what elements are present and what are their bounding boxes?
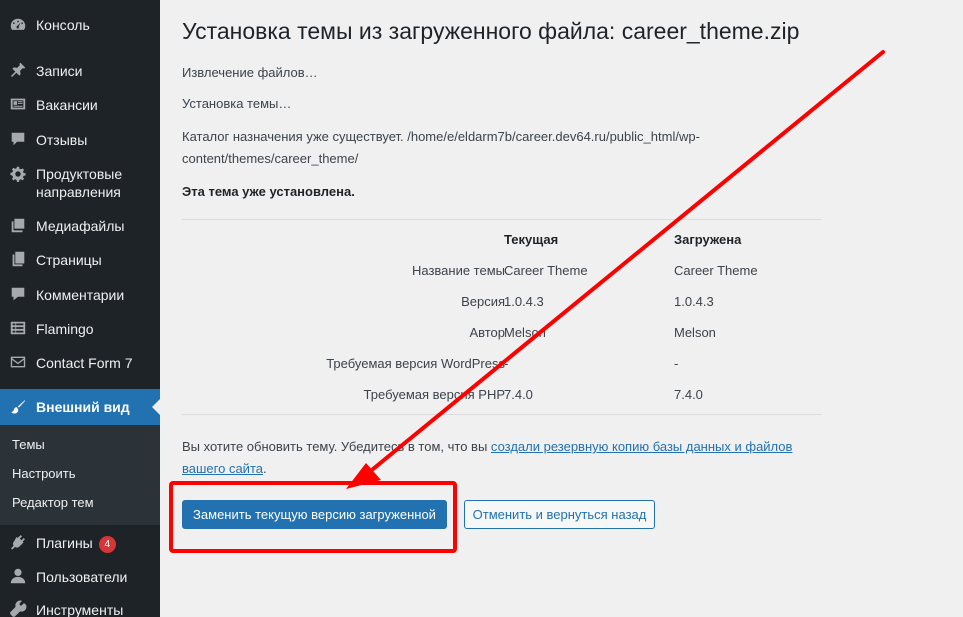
gear-icon [8,164,28,184]
list-icon [8,318,28,338]
row-label: Название темы [411,263,505,278]
users-icon [8,566,28,586]
row-label: Автор [469,325,505,340]
table-bottom-divider [182,414,822,415]
sidebar-item-vacancies[interactable]: Вакансии [0,93,160,115]
pin-icon [8,60,28,80]
row-uploaded-value: Career Theme [674,263,758,278]
already-installed-notice: Эта тема уже установлена. [182,184,355,199]
submenu-item-themes[interactable]: Темы [12,437,45,452]
media-icon [8,215,28,235]
destination-line1: Каталог назначения уже существует. /home… [182,129,700,144]
sidebar-item-reviews[interactable]: Отзывы [0,128,160,150]
sidebar-item-label: Комментарии [36,287,125,303]
destination-line2: content/themes/career_theme/ [182,151,359,166]
sidebar-item-label: Flamingo [36,321,94,337]
paintbrush-icon [8,397,28,417]
row-uploaded-value: 7.4.0 [674,387,703,402]
main-content: Установка темы из загруженного файла: ca… [160,0,963,617]
sidebar-item-label: Инструменты [36,602,124,617]
table-top-divider [182,219,822,220]
sidebar-item-label: Страницы [36,252,102,268]
submenu-item-customize[interactable]: Настроить [12,466,76,481]
sidebar-item-flamingo[interactable]: Flamingo [0,317,160,339]
row-label: Требуемая версия PHP [363,387,505,402]
active-indicator-arrow [152,399,160,415]
backup-link-continued[interactable]: вашего сайта [182,461,263,476]
pages-icon [8,249,28,269]
mail-icon [8,352,28,372]
sidebar-item-label: Плагины 4 [36,534,116,553]
sidebar-item-plugins[interactable]: Плагины 4 [0,531,160,553]
row-label: Версия [461,294,505,309]
row-current-value: 7.4.0 [504,387,533,402]
sidebar-item-label-line1: Продуктовые [36,166,123,182]
backup-link[interactable]: создали резервную копию базы данных и фа… [491,439,793,454]
destination-exists-message: Каталог назначения уже существует. /home… [182,126,700,170]
dashboard-icon [8,15,28,35]
sidebar-item-label: Записи [36,63,83,79]
sidebar-item-label: Внешний вид [36,399,130,415]
sidebar-item-comments[interactable]: Комментарии [0,283,160,305]
sidebar-item-media[interactable]: Медиафайлы [0,214,160,236]
column-header-current: Текущая [504,232,559,247]
sidebar-item-label-text: Плагины [36,535,93,551]
sidebar-item-label: Пользователи [36,569,128,585]
cancel-and-go-back-button[interactable]: Отменить и вернуться назад [464,500,655,529]
sidebar-item-label: Отзывы [36,132,88,148]
sidebar-item-users[interactable]: Пользователи [0,565,160,587]
row-label: Требуемая версия WordPress [326,356,505,371]
row-uploaded-value: 1.0.4.3 [674,294,714,309]
sidebar-item-pages[interactable]: Страницы [0,248,160,270]
sidebar-item-appearance[interactable]: Внешний вид [0,389,160,425]
row-uploaded-value: - [674,356,679,371]
update-count-badge: 4 [98,536,116,553]
sidebar-item-label: Продуктовые направления [36,165,122,201]
sidebar-item-label: Вакансии [36,97,98,113]
sidebar-item-console[interactable]: Консоль [0,14,160,36]
sidebar-item-label: Медиафайлы [36,218,125,234]
update-instructions: Вы хотите обновить тему. Убедитесь в том… [182,436,792,480]
row-current-value: 1.0.4.3 [504,294,544,309]
page-title: Установка темы из загруженного файла: ca… [182,18,800,44]
admin-sidebar: Консоль Записи Вакансии Отзывы Продуктов… [0,0,160,617]
row-current-value: Melson [504,325,546,340]
row-current-value: - [504,356,509,371]
sidebar-item-label: Консоль [36,17,90,33]
sidebar-item-tools[interactable]: Инструменты [0,598,160,617]
speech-bubble-icon [8,129,28,149]
submenu-item-theme-editor[interactable]: Редактор тем [12,495,94,510]
wrench-icon [8,599,28,617]
update-text: Вы хотите обновить тему. Убедитесь в том… [182,439,491,454]
sidebar-item-product-directions[interactable]: Продуктовые направления [0,162,160,202]
replace-current-version-button[interactable]: Заменить текущую версию загруженной [182,500,447,529]
update-text-end: . [262,461,267,476]
column-header-uploaded: Загружена [674,232,742,247]
comment-icon [8,284,28,304]
sidebar-item-label: Contact Form 7 [36,355,133,371]
id-card-icon [8,94,28,114]
sidebar-item-label-line2: направления [36,184,121,200]
plugin-icon [8,532,28,552]
row-uploaded-value: Melson [674,325,716,340]
step-extracting: Извлечение файлов… [182,65,318,80]
appearance-submenu: Темы Настроить Редактор тем [0,425,160,525]
sidebar-item-contact-form-7[interactable]: Contact Form 7 [0,351,160,373]
step-installing: Установка темы… [182,96,292,111]
row-current-value: Career Theme [504,263,588,278]
sidebar-item-posts[interactable]: Записи [0,59,160,81]
